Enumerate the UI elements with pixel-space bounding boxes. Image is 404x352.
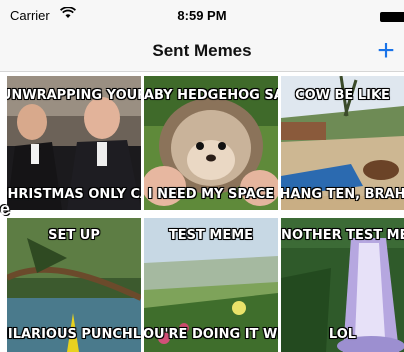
page-title: Sent Memes (152, 41, 252, 60)
meme-bottom-text: CHRISTMAS ONLY CA (7, 187, 141, 202)
add-meme-button[interactable]: + (371, 36, 401, 66)
status-bar: Carrier 8:59 PM (0, 0, 404, 34)
meme-top-text: SET UP (48, 228, 100, 243)
meme-cell[interactable]: TEST MEME YOU'RE DOING IT WRONG (144, 218, 278, 352)
meme-cell[interactable]: ANOTHER TEST MEME LOL (281, 218, 404, 352)
meme-bottom-text: LOL (328, 327, 357, 342)
clock: 8:59 PM (177, 8, 227, 23)
meme-bottom-text: HILARIOUS PUNCHLINE (7, 327, 141, 342)
meme-top-text: COW BE LIKE (295, 88, 390, 103)
battery-icon (380, 12, 404, 22)
meme-top-text: ANOTHER TEST MEME (281, 228, 404, 243)
meme-top-text: BABY HEDGEHOG SAY (144, 88, 278, 103)
meme-cell[interactable]: COW BE LIKE HANG TEN, BRAH (281, 76, 404, 210)
meme-bottom-text: HANG TEN, BRAH (281, 187, 404, 202)
navigation-bar: Sent Memes + (0, 34, 404, 72)
meme-bottom-text: YOU'RE DOING IT WRONG (144, 327, 278, 342)
meme-cell[interactable]: UNWRAPPING YOUR CHRISTMAS ONLY CA (7, 76, 141, 210)
meme-top-text: UNWRAPPING YOUR (7, 88, 141, 103)
clipped-text-fragment: e (0, 199, 11, 219)
memes-grid: UNWRAPPING YOUR CHRISTMAS ONLY CA BABY H… (0, 72, 404, 352)
meme-bottom-text: I NEED MY SPACE (147, 187, 275, 202)
meme-cell[interactable]: BABY HEDGEHOG SAY I NEED MY SPACE (144, 76, 278, 210)
meme-cell[interactable]: SET UP HILARIOUS PUNCHLINE (7, 218, 141, 352)
meme-top-text: TEST MEME (168, 228, 254, 243)
